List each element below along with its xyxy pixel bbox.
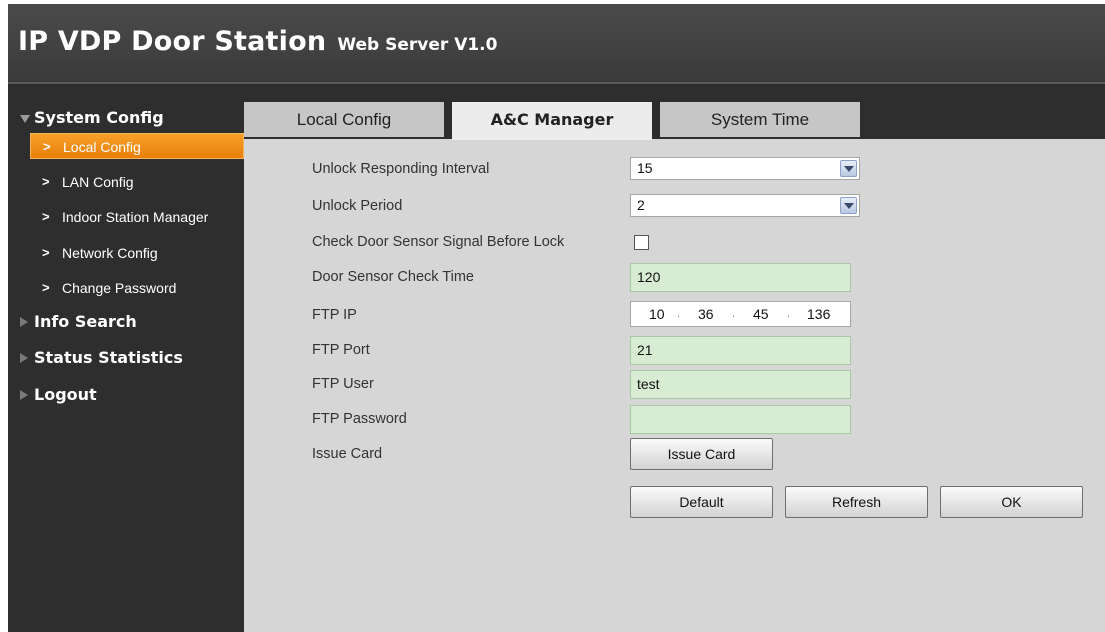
ftp-user-label: FTP User xyxy=(312,376,374,392)
sidebar-section-label: System Config xyxy=(34,108,164,127)
issue-card-button[interactable]: Issue Card xyxy=(630,438,773,470)
chevron-right-icon: > xyxy=(43,139,51,154)
content-panel: Local Config A&C Manager System Time Unl… xyxy=(244,102,1105,632)
sidebar-section-status-statistics[interactable]: Status Statistics xyxy=(8,345,244,371)
ftp-ip-field[interactable]: 10 . 36 . 45 . 136 xyxy=(630,301,851,327)
chevron-right-icon: > xyxy=(42,245,50,260)
sidebar-section-label: Info Search xyxy=(34,312,137,331)
sidebar-section-label: Status Statistics xyxy=(34,348,183,367)
tab-system-time[interactable]: System Time xyxy=(660,102,860,137)
ftp-ip-octet-3[interactable]: 45 xyxy=(753,302,769,326)
check-door-sensor-checkbox[interactable] xyxy=(634,235,649,250)
sidebar-item-label: Change Password xyxy=(62,280,177,296)
tab-local-config[interactable]: Local Config xyxy=(244,102,444,137)
tab-bar: Local Config A&C Manager System Time xyxy=(244,102,1105,140)
sidebar-section-info-search[interactable]: Info Search xyxy=(8,309,244,335)
chevron-right-icon: > xyxy=(42,280,50,295)
triangle-right-icon xyxy=(20,317,28,327)
sidebar-item-label: LAN Config xyxy=(62,174,134,190)
ftp-user-field[interactable]: test xyxy=(630,370,851,399)
ftp-password-label: FTP Password xyxy=(312,411,407,427)
chevron-right-icon: > xyxy=(42,174,50,189)
ftp-password-field[interactable] xyxy=(630,405,851,434)
issue-card-label: Issue Card xyxy=(312,446,383,462)
ftp-ip-octet-1[interactable]: 10 xyxy=(649,302,665,326)
unlock-period-select[interactable]: 2 xyxy=(630,194,860,217)
sidebar-section-label: Logout xyxy=(34,385,97,404)
refresh-button[interactable]: Refresh xyxy=(785,486,928,518)
ip-separator: . xyxy=(677,308,681,320)
door-sensor-time-field[interactable]: 120 xyxy=(630,263,851,292)
unlock-interval-label: Unlock Responding Interval xyxy=(312,161,490,177)
sidebar-item-lan-config[interactable]: > LAN Config xyxy=(30,169,244,195)
check-door-sensor-label: Check Door Sensor Signal Before Lock xyxy=(312,234,565,250)
sidebar-item-label: Local Config xyxy=(63,139,141,155)
sidebar-section-system-config[interactable]: System Config xyxy=(8,105,244,131)
dropdown-arrow-icon[interactable] xyxy=(840,160,857,177)
ip-separator: . xyxy=(787,308,791,320)
app-title: IP VDP Door Station Web Server V1.0 xyxy=(18,26,497,57)
ftp-port-field[interactable]: 21 xyxy=(630,336,851,365)
ftp-ip-label: FTP IP xyxy=(312,307,357,323)
default-button[interactable]: Default xyxy=(630,486,773,518)
sidebar-item-label: Indoor Station Manager xyxy=(62,209,209,225)
unlock-interval-value: 15 xyxy=(637,160,653,176)
triangle-right-icon xyxy=(20,353,28,363)
sidebar-item-indoor-station-manager[interactable]: > Indoor Station Manager xyxy=(30,204,244,230)
sidebar-item-network-config[interactable]: > Network Config xyxy=(30,240,244,266)
ip-separator: . xyxy=(732,308,736,320)
sidebar-item-label: Network Config xyxy=(62,245,158,261)
app-frame: IP VDP Door Station Web Server V1.0 Syst… xyxy=(8,4,1105,632)
product-title: IP VDP Door Station xyxy=(18,26,327,57)
header-bar: IP VDP Door Station Web Server V1.0 xyxy=(8,4,1105,84)
chevron-right-icon: > xyxy=(42,209,50,224)
unlock-period-value: 2 xyxy=(637,197,645,213)
sidebar-item-local-config[interactable]: > Local Config xyxy=(30,133,244,159)
door-sensor-time-label: Door Sensor Check Time xyxy=(312,269,474,285)
unlock-period-label: Unlock Period xyxy=(312,198,403,214)
server-version: Web Server V1.0 xyxy=(337,35,498,55)
triangle-right-icon xyxy=(20,390,28,400)
tab-ac-manager[interactable]: A&C Manager xyxy=(452,102,652,140)
ftp-ip-octet-4[interactable]: 136 xyxy=(807,302,830,326)
unlock-interval-select[interactable]: 15 xyxy=(630,157,860,180)
ftp-ip-octet-2[interactable]: 36 xyxy=(698,302,714,326)
sidebar-section-logout[interactable]: Logout xyxy=(8,382,244,408)
sidebar-item-change-password[interactable]: > Change Password xyxy=(30,275,244,301)
triangle-down-icon xyxy=(20,115,30,123)
sidebar: System Config > Local Config > LAN Confi… xyxy=(8,102,244,632)
dropdown-arrow-icon[interactable] xyxy=(840,197,857,214)
ok-button[interactable]: OK xyxy=(940,486,1083,518)
ftp-port-label: FTP Port xyxy=(312,342,370,358)
